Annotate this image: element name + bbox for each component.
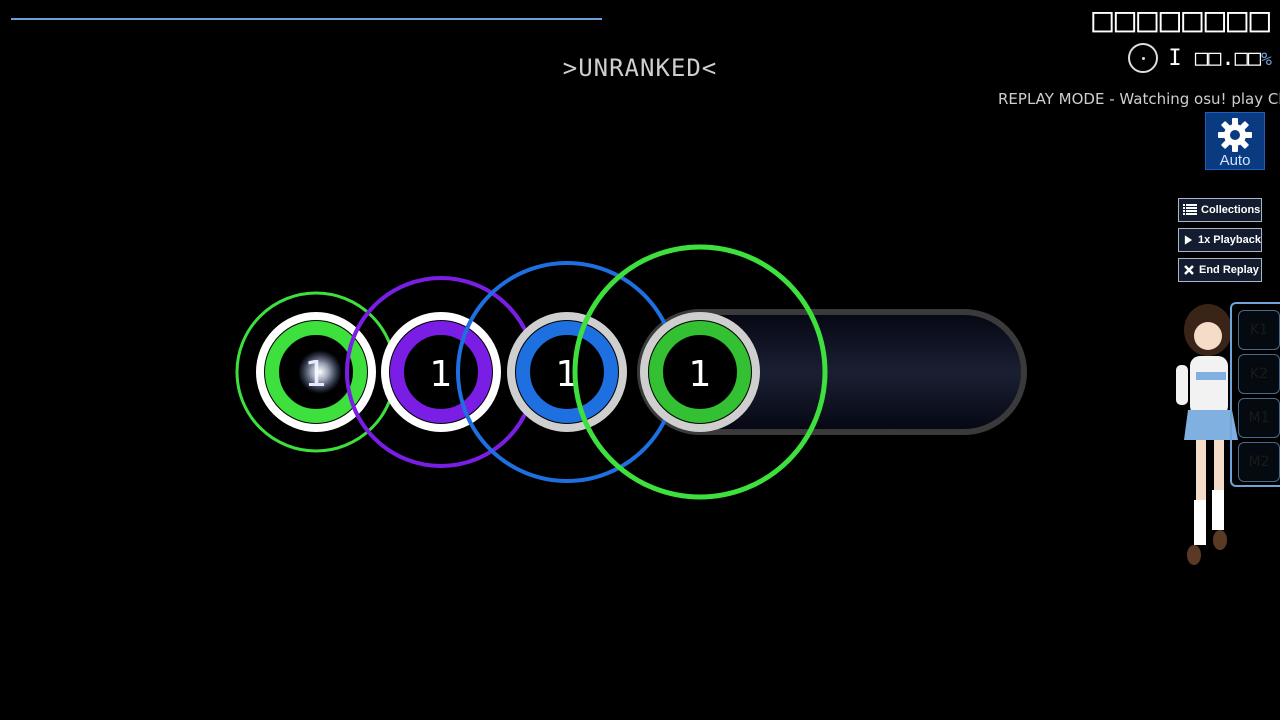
combo-number: 1: [689, 354, 712, 395]
key-m1: M1: [1238, 398, 1280, 438]
key-m2: M2: [1238, 442, 1280, 482]
mascot-character: [1176, 304, 1238, 565]
key-k2: K2: [1238, 354, 1280, 394]
cursor: [298, 350, 342, 394]
key-k1: K1: [1238, 310, 1280, 350]
combo-number: 1: [430, 354, 453, 395]
key-overlay: K1 K2 M1 M2: [1230, 302, 1280, 487]
playfield: 1 1 1 1: [235, 244, 1238, 565]
